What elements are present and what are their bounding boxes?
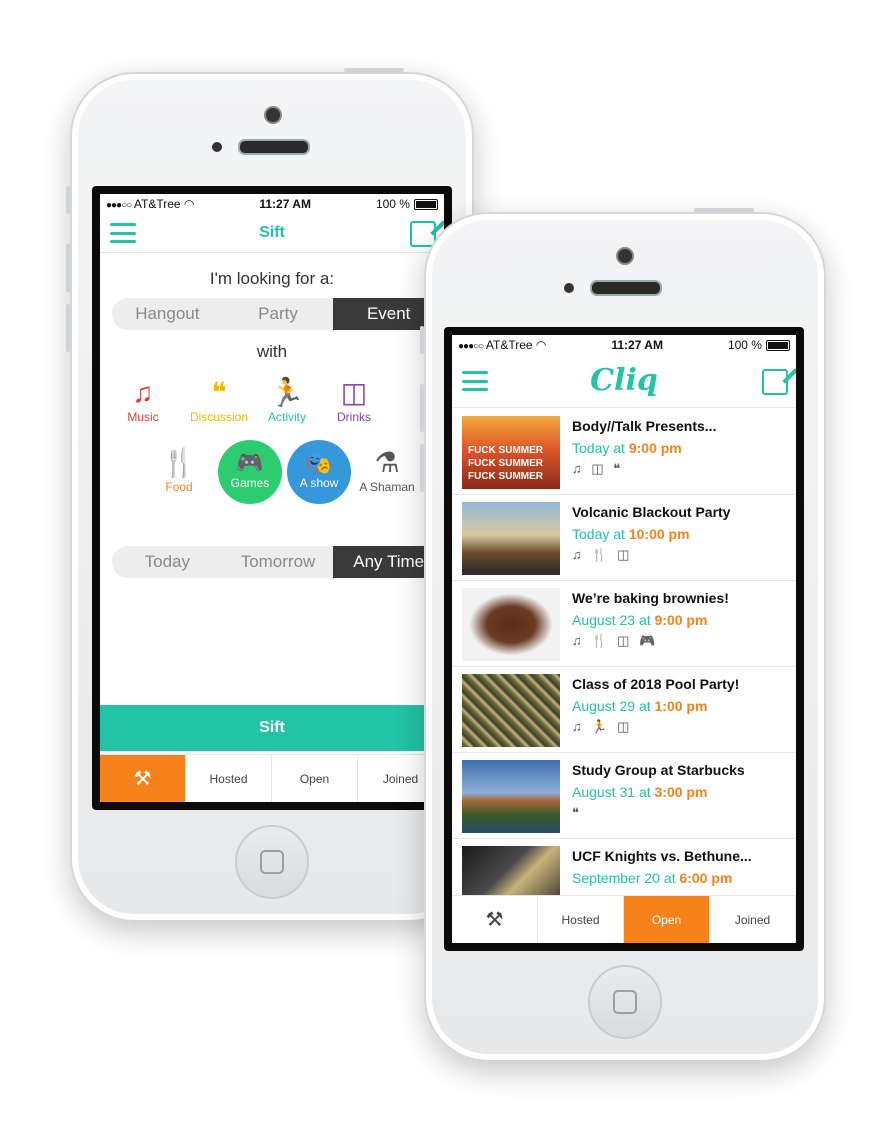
nav-bar: Sift: [100, 214, 444, 253]
event-title: Study Group at Starbucks: [572, 762, 745, 778]
status-bar: ●●●○○ AT&Tree ◠ 11:27 AM 100 %: [100, 194, 444, 214]
games-icon: 🎮: [236, 450, 264, 475]
event-time: 3:00 pm: [654, 784, 708, 800]
clock: 11:27 AM: [259, 197, 311, 211]
home-button[interactable]: [588, 965, 662, 1039]
category-activity[interactable]: 🏃 Activity: [252, 376, 322, 424]
right-screen: ●●●○○ AT&Tree ◠ 11:27 AM 100 % Cliq FUCK…: [444, 327, 804, 951]
event-date: August 23 at: [572, 612, 651, 628]
list-item[interactable]: FUCK SUMMER FUCK SUMMER FUCK SUMMER Body…: [452, 409, 796, 495]
right-phone: ●●●○○ AT&Tree ◠ 11:27 AM 100 % Cliq FUCK…: [420, 208, 826, 1062]
clock: 11:27 AM: [611, 338, 663, 352]
time-selector: Today Tomorrow Any Time: [112, 546, 444, 578]
event-category-icons: ♫ ◫ ❝: [572, 461, 624, 476]
event-feed: FUCK SUMMER FUCK SUMMER FUCK SUMMER Body…: [452, 409, 796, 896]
battery-level: 100 %: [727, 338, 762, 352]
discussion-icon: ❝: [211, 377, 227, 408]
status-bar: ●●●○○ AT&Tree ◠ 11:27 AM 100 %: [452, 335, 796, 355]
camera-icon: [616, 247, 634, 265]
time-tomorrow[interactable]: Tomorrow: [223, 546, 334, 578]
left-screen: ●●●○○ AT&Tree ◠ 11:27 AM 100 % Sift I'm …: [92, 186, 452, 810]
battery-icon: [413, 199, 438, 211]
event-title: Volcanic Blackout Party: [572, 504, 731, 520]
signal-icon: ●●●○○: [106, 200, 132, 211]
category-discussion[interactable]: ❝ Discussion: [184, 376, 254, 424]
battery-level: 100 %: [375, 197, 410, 211]
event-category-icons: ♫ 🍴 ◫: [572, 547, 633, 562]
event-date: August 31 at: [572, 784, 651, 800]
event-category-icons: ♫ 🏃 ◫: [572, 719, 633, 734]
camera-icon: [264, 106, 282, 124]
type-party[interactable]: Party: [223, 298, 334, 330]
tab-open[interactable]: Open: [272, 755, 358, 802]
left-phone: ●●●○○ AT&Tree ◠ 11:27 AM 100 % Sift I'm …: [66, 68, 474, 922]
carrier: AT&Tree: [133, 197, 181, 211]
music-icon: ♫: [132, 377, 154, 408]
tab-hosted[interactable]: Hosted: [186, 755, 272, 802]
list-item[interactable]: We’re baking brownies! August 23 at 9:00…: [452, 581, 796, 667]
event-thumbnail: FUCK SUMMER FUCK SUMMER FUCK SUMMER: [462, 416, 560, 489]
tab-explore[interactable]: ⚒: [100, 755, 186, 802]
right-tab-bar: ⚒ Hosted Open Joined: [452, 895, 796, 943]
event-thumbnail: [462, 846, 560, 896]
shovel-icon: ⚒: [133, 768, 152, 790]
type-hangout[interactable]: Hangout: [112, 298, 223, 330]
event-time: 9:00 pm: [654, 612, 708, 628]
tab-hosted[interactable]: Hosted: [538, 896, 624, 943]
event-thumbnail: [462, 760, 560, 833]
show-icon: 🎭: [305, 450, 333, 475]
category-drinks[interactable]: ◫ Drinks: [319, 376, 389, 424]
carrier: AT&Tree: [485, 338, 533, 352]
app-logo: Cliq: [590, 363, 658, 398]
event-date: September 20 at: [572, 870, 676, 886]
event-category-icons: ♫ 🍴 ◫ 🎮: [572, 633, 659, 648]
wifi-icon: ◠: [183, 197, 195, 211]
tab-joined[interactable]: Joined: [710, 896, 796, 943]
page-title: Sift: [259, 224, 285, 241]
activity-icon: 🏃: [269, 377, 305, 408]
shaman-icon: ⚗: [374, 447, 400, 478]
event-title: Body//Talk Presents...: [572, 418, 717, 434]
left-tab-bar: ⚒ Hosted Open Joined: [100, 754, 444, 802]
list-item[interactable]: Study Group at Starbucks August 31 at 3:…: [452, 753, 796, 839]
event-title: UCF Knights vs. Bethune...: [572, 848, 752, 864]
list-item[interactable]: Volcanic Blackout Party Today at 10:00 p…: [452, 495, 796, 581]
nav-bar: Cliq: [452, 355, 796, 408]
battery-icon: [765, 340, 790, 352]
food-icon: 🍴: [161, 447, 197, 478]
category-shaman[interactable]: ⚗ A Shaman: [352, 446, 422, 494]
category-games[interactable]: 🎮 Games: [218, 440, 282, 504]
event-category-icons: ❝: [572, 805, 582, 820]
event-date: August 29 at: [572, 698, 651, 714]
event-date: Today at: [572, 440, 625, 456]
list-item[interactable]: Class of 2018 Pool Party! August 29 at 1…: [452, 667, 796, 753]
category-food[interactable]: 🍴 Food: [144, 446, 214, 494]
tab-open[interactable]: Open: [624, 896, 710, 943]
event-time: 10:00 pm: [628, 526, 690, 542]
sift-button[interactable]: Sift: [100, 705, 444, 751]
event-thumbnail: [462, 502, 560, 575]
with-label: with: [256, 342, 288, 361]
category-show[interactable]: 🎭 A show: [287, 440, 351, 504]
event-date: Today at: [572, 526, 625, 542]
event-time: 6:00 pm: [679, 870, 733, 886]
home-button[interactable]: [235, 825, 309, 899]
drinks-icon: ◫: [340, 377, 368, 408]
event-thumbnail: [462, 674, 560, 747]
event-thumbnail: [462, 588, 560, 661]
wifi-icon: ◠: [535, 338, 547, 352]
tab-explore[interactable]: ⚒: [452, 896, 538, 943]
looking-for-label: I'm looking for a:: [209, 269, 335, 288]
category-music[interactable]: ♫ Music: [108, 376, 178, 424]
list-item[interactable]: UCF Knights vs. Bethune... September 20 …: [452, 839, 796, 896]
event-title: Class of 2018 Pool Party!: [572, 676, 740, 692]
type-selector: Hangout Party Event: [112, 298, 444, 330]
shovel-icon: ⚒: [485, 909, 504, 931]
compose-icon[interactable]: [762, 369, 788, 395]
signal-icon: ●●●○○: [458, 341, 484, 352]
event-title: We’re baking brownies!: [572, 590, 729, 606]
time-today[interactable]: Today: [112, 546, 223, 578]
event-time: 9:00 pm: [628, 440, 682, 456]
event-time: 1:00 pm: [654, 698, 708, 714]
